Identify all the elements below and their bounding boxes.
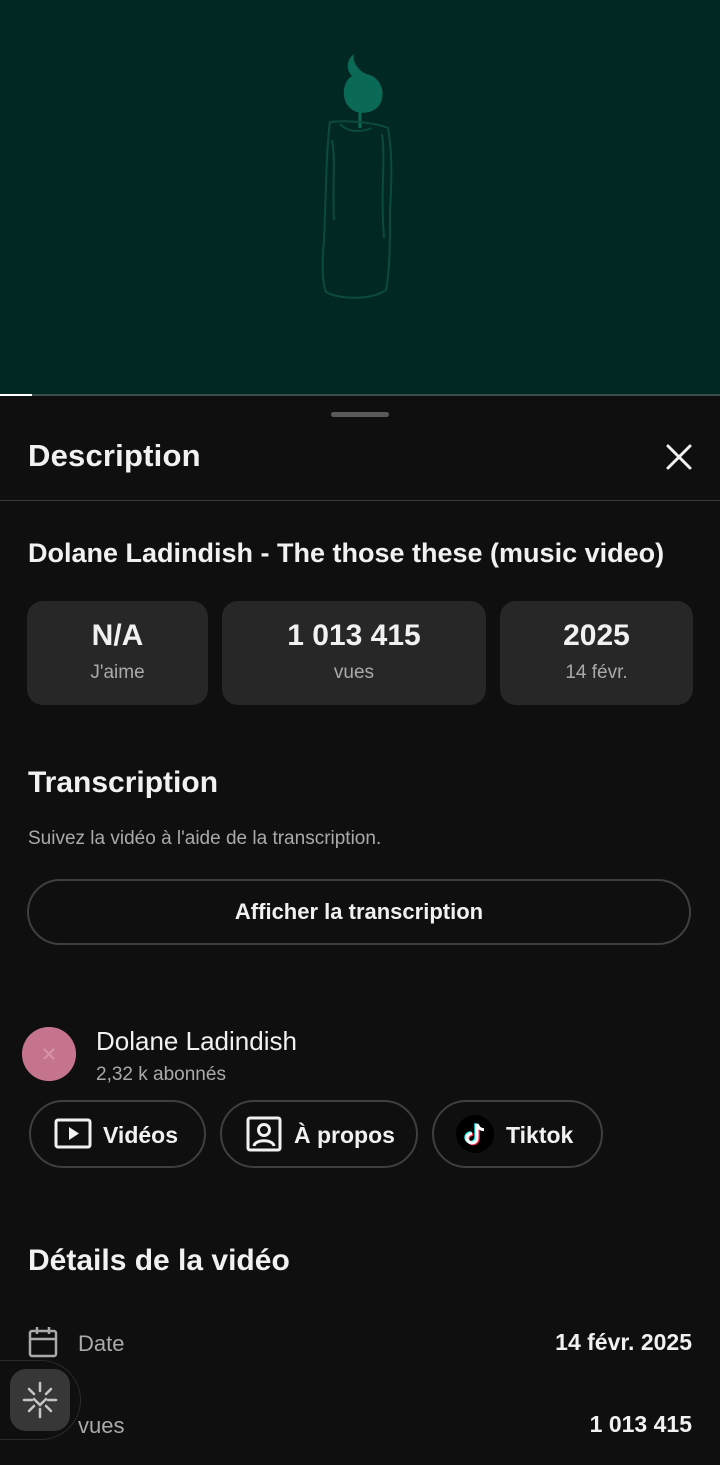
likes-stat: N/A J'aime	[27, 601, 208, 705]
play-box-icon	[54, 1118, 92, 1149]
close-button[interactable]	[655, 438, 703, 478]
video-details-title: Détails de la vidéo	[28, 1244, 290, 1277]
close-icon	[666, 444, 692, 470]
views-stat: 1 013 415 vues	[222, 601, 486, 705]
video-progress-fill	[0, 394, 33, 396]
transcript-helper-text: Suivez la vidéo à l'aide de la transcrip…	[28, 828, 382, 849]
video-progress-bar[interactable]	[0, 394, 720, 396]
show-transcript-button[interactable]: Afficher la transcription	[27, 879, 691, 945]
year-value: 2025	[563, 619, 630, 652]
likes-value: N/A	[91, 619, 144, 652]
avatar-image	[22, 1027, 76, 1081]
calendar-icon	[28, 1327, 58, 1358]
likes-label: J'aime	[90, 662, 145, 683]
tiktok-chip[interactable]: Tiktok	[432, 1100, 603, 1168]
date-stat: 2025 14 févr.	[500, 601, 693, 705]
tiktok-icon	[456, 1115, 494, 1153]
video-title: Dolane Ladindish - The those these (musi…	[28, 538, 665, 568]
videos-chip[interactable]: Vidéos	[29, 1100, 206, 1168]
transcript-title: Transcription	[28, 766, 219, 799]
header-divider	[0, 500, 720, 501]
drag-handle[interactable]	[331, 412, 389, 417]
tiktok-chip-label: Tiktok	[506, 1122, 574, 1148]
about-chip-label: À propos	[294, 1122, 395, 1148]
profile-box-icon	[246, 1116, 282, 1152]
detail-row-views: vues 1 013 415	[0, 1396, 720, 1456]
video-player[interactable]	[0, 0, 720, 396]
floating-button-surface	[10, 1369, 70, 1431]
sparkle-download-icon	[22, 1381, 58, 1419]
date-label: 14 févr.	[565, 662, 628, 683]
detail-value: 14 févr. 2025	[555, 1329, 692, 1355]
subscriber-count: 2,32 k abonnés	[96, 1064, 226, 1085]
detail-label: vues	[78, 1413, 125, 1438]
description-sheet: Description Dolane Ladindish - The those…	[0, 398, 720, 1465]
channel-avatar[interactable]	[22, 1027, 76, 1081]
views-label: vues	[333, 662, 375, 683]
candle-artwork	[321, 54, 393, 299]
detail-value: 1 013 415	[589, 1411, 692, 1437]
views-value: 1 013 415	[287, 619, 421, 652]
floating-assistant-button[interactable]	[0, 1360, 81, 1440]
about-chip[interactable]: À propos	[220, 1100, 418, 1168]
sheet-title: Description	[28, 438, 201, 473]
detail-row-date: Date 14 févr. 2025	[0, 1314, 720, 1374]
videos-chip-label: Vidéos	[103, 1122, 178, 1148]
channel-name[interactable]: Dolane Ladindish	[96, 1026, 297, 1057]
detail-label: Date	[78, 1331, 125, 1356]
